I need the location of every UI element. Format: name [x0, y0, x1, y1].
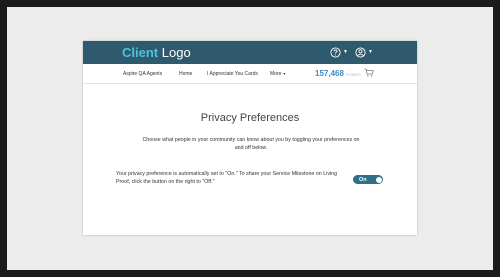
chevron-down-icon: ▼: [368, 49, 373, 55]
logo-secondary-text: Logo: [161, 45, 191, 60]
chevron-down-icon: ▼: [343, 49, 348, 55]
client-logo[interactable]: Client Logo: [122, 45, 191, 60]
privacy-notice: Your privacy preference is automatically…: [116, 171, 338, 185]
nav-item-home[interactable]: Home: [179, 71, 192, 77]
help-menu-button[interactable]: ▼: [330, 47, 348, 58]
page-description: Choose what people in your community can…: [142, 137, 360, 151]
points-balance: 157,468 POINTS: [315, 69, 361, 78]
toggle-label: On: [359, 176, 367, 183]
shopping-cart-icon[interactable]: [364, 68, 374, 77]
help-circle-icon: [330, 47, 341, 58]
points-value: 157,468: [315, 69, 344, 78]
logo-primary-text: Client: [122, 45, 159, 60]
user-circle-icon: [355, 47, 366, 58]
nav-more-label: More: [270, 71, 282, 77]
nav-item-more[interactable]: More ▾: [270, 71, 285, 77]
main-nav: Aspire QA Agents Home I Appreciate You C…: [83, 64, 417, 84]
page-title: Privacy Preferences: [200, 112, 300, 124]
caret-down-icon: ▾: [283, 71, 286, 76]
points-unit: POINTS: [345, 72, 361, 77]
app-window: Client Logo ▼ ▼ Aspire QA Agents Home I …: [83, 41, 417, 235]
top-bar: Client Logo ▼ ▼: [83, 41, 417, 64]
nav-item-appreciate-cards[interactable]: I Appreciate You Cards: [207, 71, 258, 77]
user-menu-button[interactable]: ▼: [355, 47, 373, 58]
toggle-knob: [375, 176, 382, 183]
nav-item-aspire-qa-agents[interactable]: Aspire QA Agents: [123, 71, 162, 77]
privacy-toggle[interactable]: On: [353, 175, 383, 184]
